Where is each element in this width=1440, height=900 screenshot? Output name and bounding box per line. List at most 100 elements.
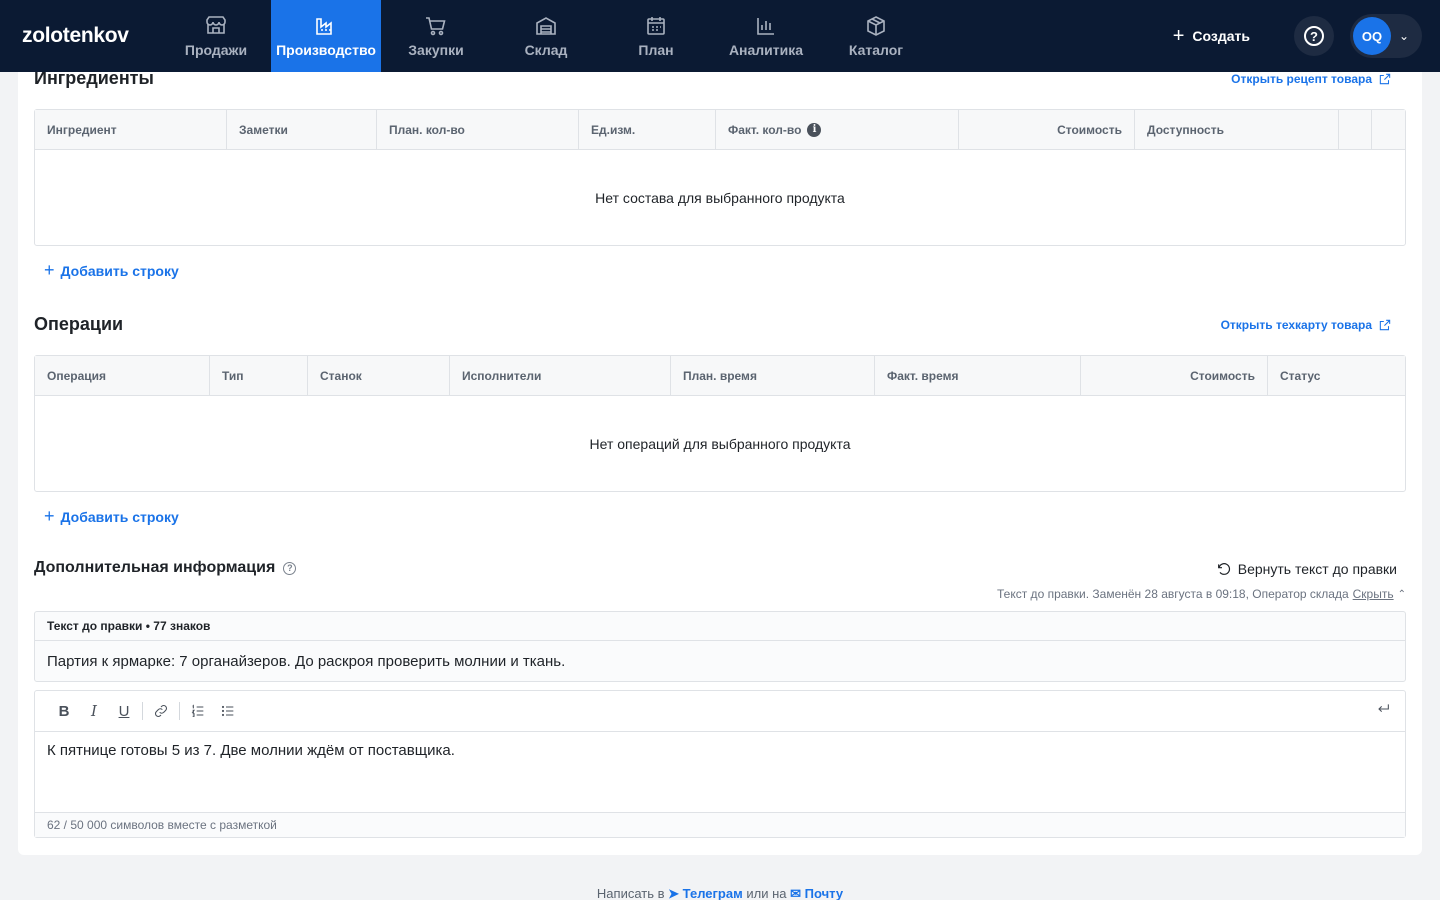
- create-button[interactable]: + Создать: [1173, 26, 1250, 46]
- editor-content[interactable]: К пятнице готовы 5 из 7. Две молнии ждём…: [35, 732, 1405, 812]
- nav-label: Закупки: [408, 42, 464, 58]
- footer: Написать в ➤ Телеграм или на ✉ Почту: [0, 886, 1440, 900]
- mail-link[interactable]: ✉ Почту: [790, 886, 843, 900]
- open-recipe-link[interactable]: Открыть рецепт товара: [1231, 72, 1392, 86]
- column-header[interactable]: Ед.изм.: [579, 110, 716, 149]
- link-icon[interactable]: [146, 697, 176, 725]
- add-ingredient-row-button[interactable]: + Добавить строку: [44, 260, 179, 281]
- column-header[interactable]: Факт. время: [875, 356, 1081, 395]
- column-header[interactable]: Доступность: [1135, 110, 1339, 149]
- nav-label: Продажи: [184, 42, 248, 58]
- header-actions: + Создать ? OQ ⌄: [1173, 0, 1440, 72]
- original-text-box: Текст до правки • 77 знаков Партия к ярм…: [34, 611, 1406, 682]
- plus-icon: +: [44, 506, 55, 526]
- footer-middle: или на: [746, 886, 787, 900]
- calendar-icon: [647, 17, 665, 35]
- column-header[interactable]: Исполнители: [450, 356, 671, 395]
- order-card: Ингредиенты Открыть рецепт товара Ингред…: [18, 60, 1422, 855]
- table-header: Операция Тип Станок Исполнители План. вр…: [35, 356, 1405, 396]
- logo[interactable]: zolotenkov: [0, 0, 161, 72]
- original-text-header: Текст до правки • 77 знаков: [35, 612, 1405, 641]
- column-label: Факт. кол-во: [728, 122, 802, 137]
- rich-text-editor: B I U К пятнице готовы 5 из 7. Две молни…: [34, 690, 1406, 838]
- nav-item-catalog[interactable]: Каталог: [821, 0, 931, 72]
- column-header[interactable]: План. кол-во: [377, 110, 579, 149]
- add-row-label: Добавить строку: [60, 262, 179, 279]
- original-text: Партия к ярмарке: 7 органайзеров. До рас…: [47, 652, 566, 670]
- add-operation-row-button[interactable]: + Добавить строку: [44, 506, 179, 527]
- telegram-label: Телеграм: [682, 886, 743, 900]
- nav-label: Склад: [524, 42, 568, 58]
- bullet-list-icon[interactable]: [213, 697, 243, 725]
- column-header[interactable]: Стоимость: [1081, 356, 1268, 395]
- toolbar-divider: [142, 702, 143, 720]
- ingredients-table: Ингредиент Заметки План. кол-во Ед.изм. …: [34, 109, 1406, 246]
- footer-prefix: Написать в: [596, 886, 665, 900]
- factory-icon: [316, 18, 332, 35]
- extra-info-label: Дополнительная информация: [34, 559, 276, 576]
- column-header[interactable]: Тип: [210, 356, 308, 395]
- question-icon[interactable]: ?: [283, 561, 297, 575]
- plus-icon: +: [44, 260, 55, 280]
- external-link-icon: [1379, 319, 1391, 331]
- chart-icon: [757, 18, 774, 35]
- operations-table: Операция Тип Станок Исполнители План. вр…: [34, 355, 1406, 492]
- toolbar-divider: [179, 702, 180, 720]
- info-icon[interactable]: i: [807, 122, 822, 137]
- nav-item-production[interactable]: Производство: [271, 0, 381, 72]
- nav-item-plan[interactable]: План: [601, 0, 711, 72]
- bold-icon[interactable]: B: [49, 697, 79, 725]
- column-header[interactable]: Операция: [35, 356, 210, 395]
- open-recipe-label: Открыть рецепт товара: [1231, 72, 1372, 86]
- revert-text-button[interactable]: Вернуть текст до правки: [1216, 561, 1397, 577]
- column-header-empty: [1339, 110, 1372, 149]
- table-header: Ингредиент Заметки План. кол-во Ед.изм. …: [35, 110, 1405, 150]
- nav-label: План: [638, 42, 674, 58]
- top-navigation: zolotenkov Продажи Производство Закупки …: [0, 0, 1440, 72]
- editor-toolbar: B I U: [35, 691, 1405, 732]
- create-label: Создать: [1192, 28, 1250, 44]
- column-header-fact-qty[interactable]: Факт. кол-во i: [716, 110, 959, 149]
- enter-icon[interactable]: [1375, 701, 1391, 722]
- nav-item-sales[interactable]: Продажи: [161, 0, 271, 72]
- nav-item-purchases[interactable]: Закупки: [381, 0, 491, 72]
- help-button[interactable]: ?: [1294, 16, 1334, 56]
- revert-label: Вернуть текст до правки: [1237, 561, 1397, 577]
- empty-state: Нет операций для выбранного продукта: [589, 435, 851, 452]
- underline-icon[interactable]: U: [109, 697, 139, 725]
- store-icon: [206, 16, 226, 34]
- chevron-up-icon: ⌃: [1397, 588, 1406, 600]
- warehouse-icon: [536, 17, 556, 35]
- nav-item-warehouse[interactable]: Склад: [491, 0, 601, 72]
- nav-label: Производство: [276, 42, 376, 58]
- original-text-note: Текст до правки. Заменён 28 августа в 09…: [997, 587, 1406, 601]
- column-header[interactable]: Заметки: [227, 110, 377, 149]
- character-counter: 62 / 50 000 символов вместе с разметкой: [35, 812, 1405, 837]
- help-icon: ?: [1304, 26, 1324, 46]
- nav-item-analytics[interactable]: Аналитика: [711, 0, 821, 72]
- telegram-link[interactable]: ➤ Телеграм: [668, 886, 743, 900]
- user-menu-button[interactable]: OQ ⌄: [1350, 14, 1422, 58]
- open-techcard-label: Открыть техкарту товара: [1220, 318, 1372, 332]
- italic-icon[interactable]: I: [79, 697, 109, 725]
- add-row-label: Добавить строку: [60, 508, 179, 525]
- open-techcard-link[interactable]: Открыть техкарту товара: [1221, 318, 1392, 332]
- column-header-empty: [1372, 110, 1405, 149]
- column-header[interactable]: Статус: [1268, 356, 1405, 395]
- box-icon: [867, 16, 885, 36]
- note-text: Текст до правки. Заменён 28 августа в 09…: [997, 587, 1349, 601]
- ordered-list-icon[interactable]: [183, 697, 213, 725]
- plus-icon: +: [1172, 25, 1185, 47]
- column-header[interactable]: План. время: [671, 356, 875, 395]
- nav-label: Каталог: [848, 42, 904, 58]
- hide-original-link[interactable]: Скрыть: [1353, 587, 1394, 601]
- chevron-down-icon: ⌄: [1399, 29, 1410, 43]
- column-header[interactable]: Стоимость: [959, 110, 1135, 149]
- nav-label: Аналитика: [728, 42, 804, 58]
- external-link-icon: [1379, 73, 1391, 85]
- column-header[interactable]: Станок: [308, 356, 450, 395]
- avatar: OQ: [1353, 17, 1391, 55]
- extra-info-title: Дополнительная информация ?: [34, 559, 297, 577]
- operations-title: Операции: [34, 314, 124, 334]
- column-header[interactable]: Ингредиент: [35, 110, 227, 149]
